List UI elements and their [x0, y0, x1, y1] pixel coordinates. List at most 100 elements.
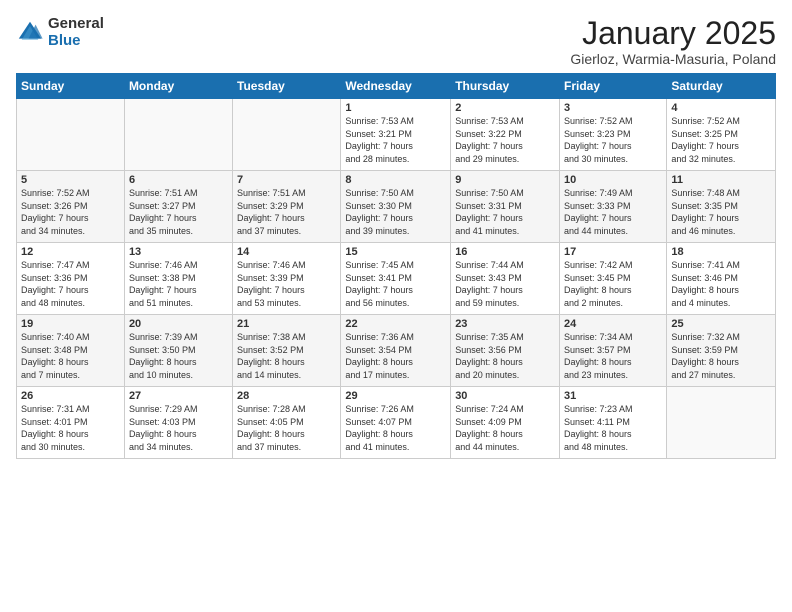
- day-info: Sunrise: 7:46 AMSunset: 3:38 PMDaylight:…: [129, 259, 228, 309]
- table-row: [124, 99, 232, 171]
- table-row: 23Sunrise: 7:35 AMSunset: 3:56 PMDayligh…: [451, 315, 560, 387]
- day-info: Sunrise: 7:48 AMSunset: 3:35 PMDaylight:…: [671, 187, 771, 237]
- day-number: 23: [455, 318, 555, 330]
- day-number: 1: [345, 102, 446, 114]
- day-number: 26: [21, 390, 120, 402]
- day-number: 21: [237, 318, 336, 330]
- day-info: Sunrise: 7:36 AMSunset: 3:54 PMDaylight:…: [345, 331, 446, 381]
- calendar-week-row: 26Sunrise: 7:31 AMSunset: 4:01 PMDayligh…: [17, 387, 776, 459]
- table-row: 19Sunrise: 7:40 AMSunset: 3:48 PMDayligh…: [17, 315, 125, 387]
- table-row: 4Sunrise: 7:52 AMSunset: 3:25 PMDaylight…: [667, 99, 776, 171]
- table-row: 20Sunrise: 7:39 AMSunset: 3:50 PMDayligh…: [124, 315, 232, 387]
- day-number: 24: [564, 318, 662, 330]
- col-tuesday: Tuesday: [233, 74, 341, 99]
- day-number: 25: [671, 318, 771, 330]
- day-info: Sunrise: 7:50 AMSunset: 3:31 PMDaylight:…: [455, 187, 555, 237]
- table-row: 24Sunrise: 7:34 AMSunset: 3:57 PMDayligh…: [560, 315, 667, 387]
- day-info: Sunrise: 7:46 AMSunset: 3:39 PMDaylight:…: [237, 259, 336, 309]
- day-info: Sunrise: 7:50 AMSunset: 3:30 PMDaylight:…: [345, 187, 446, 237]
- day-info: Sunrise: 7:42 AMSunset: 3:45 PMDaylight:…: [564, 259, 662, 309]
- col-monday: Monday: [124, 74, 232, 99]
- calendar-location: Gierloz, Warmia-Masuria, Poland: [570, 51, 776, 67]
- table-row: 5Sunrise: 7:52 AMSunset: 3:26 PMDaylight…: [17, 171, 125, 243]
- logo-icon: [16, 19, 44, 47]
- day-number: 14: [237, 246, 336, 258]
- table-row: 12Sunrise: 7:47 AMSunset: 3:36 PMDayligh…: [17, 243, 125, 315]
- table-row: 13Sunrise: 7:46 AMSunset: 3:38 PMDayligh…: [124, 243, 232, 315]
- day-info: Sunrise: 7:52 AMSunset: 3:25 PMDaylight:…: [671, 115, 771, 165]
- day-number: 22: [345, 318, 446, 330]
- calendar-header-row: Sunday Monday Tuesday Wednesday Thursday…: [17, 74, 776, 99]
- col-wednesday: Wednesday: [341, 74, 451, 99]
- day-info: Sunrise: 7:39 AMSunset: 3:50 PMDaylight:…: [129, 331, 228, 381]
- table-row: 28Sunrise: 7:28 AMSunset: 4:05 PMDayligh…: [233, 387, 341, 459]
- table-row: 18Sunrise: 7:41 AMSunset: 3:46 PMDayligh…: [667, 243, 776, 315]
- day-info: Sunrise: 7:35 AMSunset: 3:56 PMDaylight:…: [455, 331, 555, 381]
- table-row: [667, 387, 776, 459]
- table-row: 17Sunrise: 7:42 AMSunset: 3:45 PMDayligh…: [560, 243, 667, 315]
- day-number: 3: [564, 102, 662, 114]
- day-number: 17: [564, 246, 662, 258]
- calendar-week-row: 19Sunrise: 7:40 AMSunset: 3:48 PMDayligh…: [17, 315, 776, 387]
- calendar-week-row: 5Sunrise: 7:52 AMSunset: 3:26 PMDaylight…: [17, 171, 776, 243]
- day-number: 29: [345, 390, 446, 402]
- day-number: 31: [564, 390, 662, 402]
- day-info: Sunrise: 7:34 AMSunset: 3:57 PMDaylight:…: [564, 331, 662, 381]
- day-number: 8: [345, 174, 446, 186]
- table-row: 25Sunrise: 7:32 AMSunset: 3:59 PMDayligh…: [667, 315, 776, 387]
- day-info: Sunrise: 7:40 AMSunset: 3:48 PMDaylight:…: [21, 331, 120, 381]
- day-info: Sunrise: 7:26 AMSunset: 4:07 PMDaylight:…: [345, 403, 446, 453]
- day-number: 20: [129, 318, 228, 330]
- table-row: 2Sunrise: 7:53 AMSunset: 3:22 PMDaylight…: [451, 99, 560, 171]
- table-row: 9Sunrise: 7:50 AMSunset: 3:31 PMDaylight…: [451, 171, 560, 243]
- col-thursday: Thursday: [451, 74, 560, 99]
- calendar-week-row: 12Sunrise: 7:47 AMSunset: 3:36 PMDayligh…: [17, 243, 776, 315]
- table-row: 21Sunrise: 7:38 AMSunset: 3:52 PMDayligh…: [233, 315, 341, 387]
- day-info: Sunrise: 7:53 AMSunset: 3:22 PMDaylight:…: [455, 115, 555, 165]
- table-row: 1Sunrise: 7:53 AMSunset: 3:21 PMDaylight…: [341, 99, 451, 171]
- table-row: [17, 99, 125, 171]
- day-number: 15: [345, 246, 446, 258]
- day-number: 12: [21, 246, 120, 258]
- table-row: 8Sunrise: 7:50 AMSunset: 3:30 PMDaylight…: [341, 171, 451, 243]
- day-info: Sunrise: 7:28 AMSunset: 4:05 PMDaylight:…: [237, 403, 336, 453]
- day-info: Sunrise: 7:52 AMSunset: 3:26 PMDaylight:…: [21, 187, 120, 237]
- logo-text: General Blue: [48, 16, 104, 49]
- day-number: 4: [671, 102, 771, 114]
- page: General Blue January 2025 Gierloz, Warmi…: [0, 0, 792, 612]
- day-number: 7: [237, 174, 336, 186]
- day-number: 9: [455, 174, 555, 186]
- day-number: 11: [671, 174, 771, 186]
- day-number: 27: [129, 390, 228, 402]
- day-info: Sunrise: 7:38 AMSunset: 3:52 PMDaylight:…: [237, 331, 336, 381]
- day-number: 28: [237, 390, 336, 402]
- table-row: 6Sunrise: 7:51 AMSunset: 3:27 PMDaylight…: [124, 171, 232, 243]
- col-sunday: Sunday: [17, 74, 125, 99]
- table-row: 26Sunrise: 7:31 AMSunset: 4:01 PMDayligh…: [17, 387, 125, 459]
- day-info: Sunrise: 7:53 AMSunset: 3:21 PMDaylight:…: [345, 115, 446, 165]
- day-info: Sunrise: 7:49 AMSunset: 3:33 PMDaylight:…: [564, 187, 662, 237]
- day-info: Sunrise: 7:41 AMSunset: 3:46 PMDaylight:…: [671, 259, 771, 309]
- table-row: 29Sunrise: 7:26 AMSunset: 4:07 PMDayligh…: [341, 387, 451, 459]
- calendar-table: Sunday Monday Tuesday Wednesday Thursday…: [16, 73, 776, 459]
- day-info: Sunrise: 7:31 AMSunset: 4:01 PMDaylight:…: [21, 403, 120, 453]
- col-friday: Friday: [560, 74, 667, 99]
- table-row: 16Sunrise: 7:44 AMSunset: 3:43 PMDayligh…: [451, 243, 560, 315]
- day-number: 10: [564, 174, 662, 186]
- logo-blue-label: Blue: [48, 33, 104, 50]
- col-saturday: Saturday: [667, 74, 776, 99]
- day-info: Sunrise: 7:29 AMSunset: 4:03 PMDaylight:…: [129, 403, 228, 453]
- day-number: 5: [21, 174, 120, 186]
- table-row: 31Sunrise: 7:23 AMSunset: 4:11 PMDayligh…: [560, 387, 667, 459]
- calendar-week-row: 1Sunrise: 7:53 AMSunset: 3:21 PMDaylight…: [17, 99, 776, 171]
- day-info: Sunrise: 7:23 AMSunset: 4:11 PMDaylight:…: [564, 403, 662, 453]
- day-number: 6: [129, 174, 228, 186]
- day-info: Sunrise: 7:51 AMSunset: 3:29 PMDaylight:…: [237, 187, 336, 237]
- day-info: Sunrise: 7:51 AMSunset: 3:27 PMDaylight:…: [129, 187, 228, 237]
- logo-general-label: General: [48, 16, 104, 33]
- day-number: 18: [671, 246, 771, 258]
- table-row: 15Sunrise: 7:45 AMSunset: 3:41 PMDayligh…: [341, 243, 451, 315]
- day-info: Sunrise: 7:24 AMSunset: 4:09 PMDaylight:…: [455, 403, 555, 453]
- day-number: 16: [455, 246, 555, 258]
- day-number: 13: [129, 246, 228, 258]
